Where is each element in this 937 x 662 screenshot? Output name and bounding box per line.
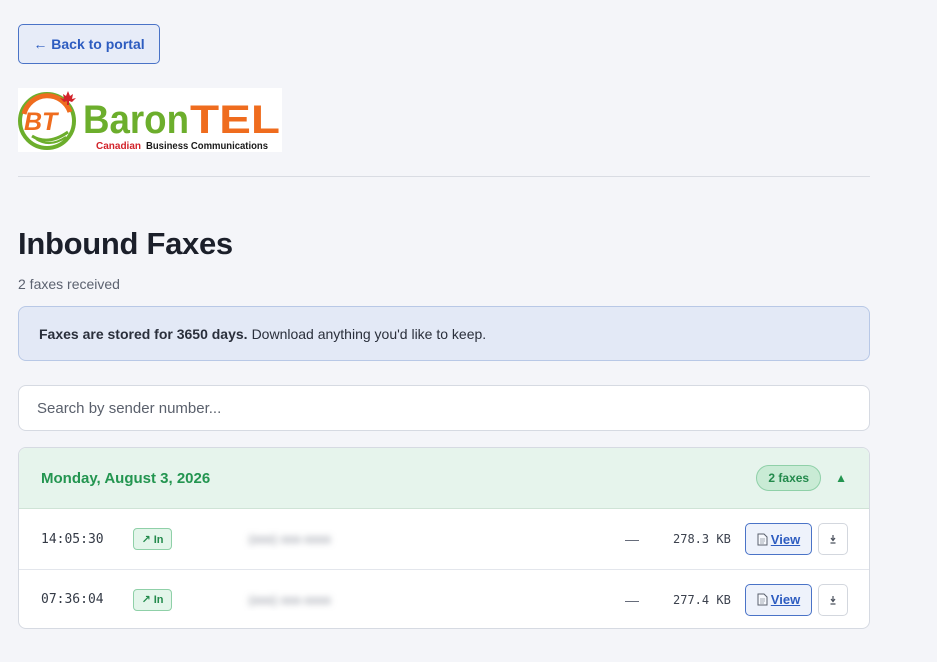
- triangle-up-icon[interactable]: ▲: [835, 471, 847, 485]
- fax-pages: —: [625, 591, 639, 608]
- sender-number-redacted: (xxx) xxx-xxxx: [248, 532, 332, 546]
- header-divider: [18, 176, 870, 177]
- logo-name-tel: TEL: [190, 98, 280, 142]
- day-group: Monday, August 3, 2026 2 faxes ▲ 14:05:3…: [18, 447, 870, 629]
- logo-name-baron: Baron: [83, 98, 189, 142]
- document-icon: [757, 533, 768, 545]
- download-fax-button[interactable]: [818, 523, 848, 555]
- day-group-date: Monday, August 3, 2026: [41, 469, 211, 487]
- fax-row: 14:05:30 ↗ In (xxx) xxx-xxxx — 278.3 KB …: [19, 509, 869, 569]
- fax-time: 14:05:30: [41, 531, 104, 547]
- download-icon: [830, 535, 836, 544]
- back-to-portal-button[interactable]: ← Back to portal: [18, 24, 160, 64]
- day-group-header[interactable]: Monday, August 3, 2026 2 faxes ▲: [19, 448, 869, 509]
- logo-tagline-rest: Business Communications: [146, 141, 268, 152]
- download-icon: [830, 595, 836, 605]
- sender-search-input[interactable]: [18, 385, 870, 431]
- direction-badge: ↗ In: [133, 588, 172, 611]
- logo-tagline-canadian: Canadian: [96, 141, 141, 152]
- page-title: Inbound Faxes: [18, 226, 233, 261]
- fax-time: 07:36:04: [41, 592, 104, 607]
- direction-badge: ↗ In: [133, 528, 172, 550]
- fax-pages: —: [625, 531, 639, 547]
- sender-number-redacted: (xxx) xxx-xxxx: [248, 592, 332, 607]
- retention-notice: Faxes are stored for 3650 days. Download…: [18, 306, 870, 361]
- fax-size: 277.4 KB: [673, 592, 731, 607]
- baron-tel-logo: BT Baron TEL Canadian Business Communica…: [18, 88, 282, 152]
- view-fax-label: View: [770, 531, 801, 547]
- fax-inbox-page: ← Back to portal BT Baron TEL Canadian B…: [0, 0, 937, 662]
- view-fax-label: View: [770, 592, 801, 607]
- fax-size: 278.3 KB: [673, 532, 731, 546]
- view-fax-button[interactable]: View: [745, 523, 812, 555]
- view-fax-button[interactable]: View: [745, 583, 812, 616]
- retention-notice-bold: Faxes are stored for 3650 days.: [39, 325, 248, 342]
- fax-count-subtitle: 2 faxes received: [18, 276, 120, 292]
- retention-notice-text: Download anything you'd like to keep.: [251, 325, 487, 342]
- fax-count-badge: 2 faxes: [756, 465, 822, 491]
- download-fax-button[interactable]: [818, 583, 848, 616]
- logo-initials: BT: [24, 108, 60, 136]
- fax-row: 07:36:04 ↗ In (xxx) xxx-xxxx — 277.4 KB …: [19, 569, 869, 628]
- document-icon: [757, 593, 768, 606]
